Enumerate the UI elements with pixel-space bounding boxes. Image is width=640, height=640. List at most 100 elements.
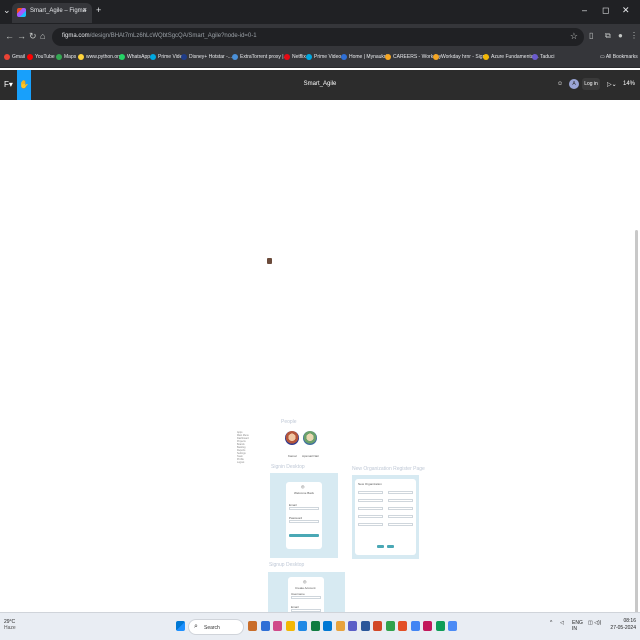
taskbar-app-icon[interactable]	[448, 621, 457, 631]
bookmark-item[interactable]: ExtraTorrent proxy |...	[232, 54, 288, 60]
register-field-1[interactable]	[358, 491, 383, 494]
weather-widget[interactable]: 29°C Haze	[4, 619, 16, 631]
login-button[interactable]: Log in	[582, 78, 600, 90]
password-field[interactable]	[289, 520, 319, 523]
bookmark-item[interactable]: Azure Fundamental...	[483, 54, 539, 60]
bookmark-item[interactable]: Prime Video	[150, 54, 185, 60]
tray-app-icon[interactable]: ◁	[560, 620, 564, 626]
maximize-button[interactable]: ◻	[602, 5, 609, 16]
taskbar-app-icon[interactable]	[310, 621, 320, 631]
tab-search-icon[interactable]: ⌄	[3, 5, 11, 16]
bookmark-item[interactable]: Workday hrnr - Sign...	[433, 54, 490, 60]
register-frame[interactable]: New Organization	[352, 475, 419, 559]
bookmark-favicon-icon	[306, 54, 312, 60]
person-caption-2: Apsmail Nair	[302, 454, 320, 458]
register-field-8[interactable]	[388, 515, 413, 518]
taskbar-app-icon[interactable]	[260, 621, 270, 631]
taskbar-app-icon[interactable]	[423, 621, 432, 631]
clock[interactable]: 08:16 27-05-2024	[610, 618, 636, 632]
extension-icon[interactable]: ▯	[589, 31, 593, 40]
file-title[interactable]: Smart_Agile	[0, 81, 640, 87]
bookmark-item[interactable]: WhatsApp	[119, 54, 150, 60]
taskbar-app-icon[interactable]	[273, 621, 282, 631]
taskbar-app-icon[interactable]	[285, 621, 295, 631]
signup-frame[interactable]: ◎ Create Account Username Email	[268, 572, 345, 612]
start-icon[interactable]	[176, 621, 185, 631]
bookmark-label: ExtraTorrent proxy |...	[240, 54, 288, 60]
figma-toolbar: F▾ ✋ Smart_Agile ☺ A Log in ▷⌄ 14%	[0, 70, 640, 100]
email-field[interactable]	[289, 507, 319, 510]
bookmark-label: Disney+ Hotstar -...	[189, 54, 232, 60]
new-tab-button[interactable]: +	[96, 5, 101, 15]
url-input[interactable]: figma.com/design/BHAt7mLz6hLcWQbtSgcQA/S…	[52, 28, 584, 46]
bookmark-star-icon[interactable]: ☆	[570, 31, 578, 42]
register-field-9[interactable]	[358, 523, 383, 526]
bookmark-item[interactable]: Maps	[56, 54, 76, 60]
signin-button[interactable]	[289, 534, 319, 537]
tab-figma[interactable]: Smart_Agile – Figma ×	[12, 3, 92, 23]
register-field-2[interactable]	[388, 491, 413, 494]
taskbar-app-icon[interactable]	[385, 621, 395, 631]
reload-icon[interactable]: ↻	[29, 31, 37, 42]
network-volume-icon[interactable]: ◫ ◁))	[588, 620, 601, 626]
bookmark-item[interactable]: Netflix	[284, 54, 306, 60]
person-avatar-2[interactable]	[303, 431, 317, 445]
figma-canvas[interactable]: Apps Main Menu Dashboard Projects Boards Back…	[0, 100, 640, 612]
person-avatar-kamal[interactable]	[285, 431, 299, 445]
signin-frame-label: Signin Desktop	[271, 464, 305, 470]
bookmark-item[interactable]: Home | Mynaukri	[341, 54, 387, 60]
signup-title: Create Account	[295, 586, 316, 590]
register-cancel-button[interactable]	[377, 545, 384, 548]
register-field-5[interactable]	[358, 507, 383, 510]
avatar[interactable]: A	[569, 79, 579, 89]
taskbar-app-icon[interactable]	[398, 621, 407, 631]
minimize-button[interactable]: –	[582, 5, 587, 15]
bookmark-item[interactable]: Disney+ Hotstar -...	[181, 54, 232, 60]
close-window-button[interactable]: ✕	[622, 5, 630, 16]
tray-chevron-icon[interactable]: ^	[550, 620, 552, 626]
small-object-icon[interactable]	[267, 258, 272, 264]
username-field[interactable]	[291, 596, 321, 599]
canvas-scrollbar[interactable]	[635, 230, 638, 612]
zoom-level[interactable]: 14%	[623, 81, 635, 87]
taskbar-app-icon[interactable]	[298, 621, 307, 631]
language-indicator[interactable]: ENG IN	[572, 620, 583, 632]
comment-icon[interactable]: ☺	[557, 81, 563, 87]
bookmark-item[interactable]: YouTube	[27, 54, 55, 60]
register-frame-label: New Organization Register Page	[352, 466, 425, 472]
register-field-6[interactable]	[388, 507, 413, 510]
bookmark-favicon-icon	[385, 54, 391, 60]
tab-close-icon[interactable]: ×	[83, 7, 87, 14]
bookmark-item[interactable]: Gmail	[4, 54, 25, 60]
taskbar-app-icon[interactable]	[435, 621, 445, 631]
present-icon[interactable]: ▷⌄	[607, 81, 617, 88]
taskbar-app-icon[interactable]	[410, 621, 420, 631]
bookmark-item[interactable]: Taduci	[532, 54, 554, 60]
people-label: People	[281, 419, 297, 425]
taskbar-search[interactable]: ⌕ Search	[188, 619, 244, 635]
bookmark-favicon-icon	[56, 54, 62, 60]
register-field-7[interactable]	[358, 515, 383, 518]
taskbar-app-icon[interactable]	[323, 621, 332, 631]
signup-card: ◎ Create Account Username Email	[288, 577, 324, 612]
taskbar-app-icon[interactable]	[248, 621, 257, 631]
bookmark-item[interactable]: Prime Video	[306, 54, 341, 60]
back-icon[interactable]: ←	[5, 31, 14, 41]
signin-card: ◎ Welcome Back Email Password	[286, 482, 322, 549]
signin-frame[interactable]: ◎ Welcome Back Email Password	[270, 473, 338, 558]
bookmark-item[interactable]: www.python.org	[78, 54, 122, 60]
home-icon[interactable]: ⌂	[40, 31, 45, 41]
forward-icon[interactable]: →	[17, 31, 26, 41]
register-field-4[interactable]	[388, 499, 413, 502]
register-field-10[interactable]	[388, 523, 413, 526]
register-submit-button[interactable]	[387, 545, 394, 548]
all-bookmarks-button[interactable]: ▭ All Bookmarks	[600, 54, 638, 60]
taskbar-app-icon[interactable]	[348, 621, 357, 631]
profile-icon[interactable]: ●	[618, 31, 623, 40]
register-field-3[interactable]	[358, 499, 383, 502]
more-menu-icon[interactable]: ⋮	[630, 31, 638, 40]
taskbar-app-icon[interactable]	[373, 621, 382, 631]
taskbar-app-icon[interactable]	[360, 621, 370, 631]
taskbar-app-icon[interactable]	[335, 621, 345, 631]
puzzle-icon[interactable]: ⧉	[605, 31, 611, 41]
